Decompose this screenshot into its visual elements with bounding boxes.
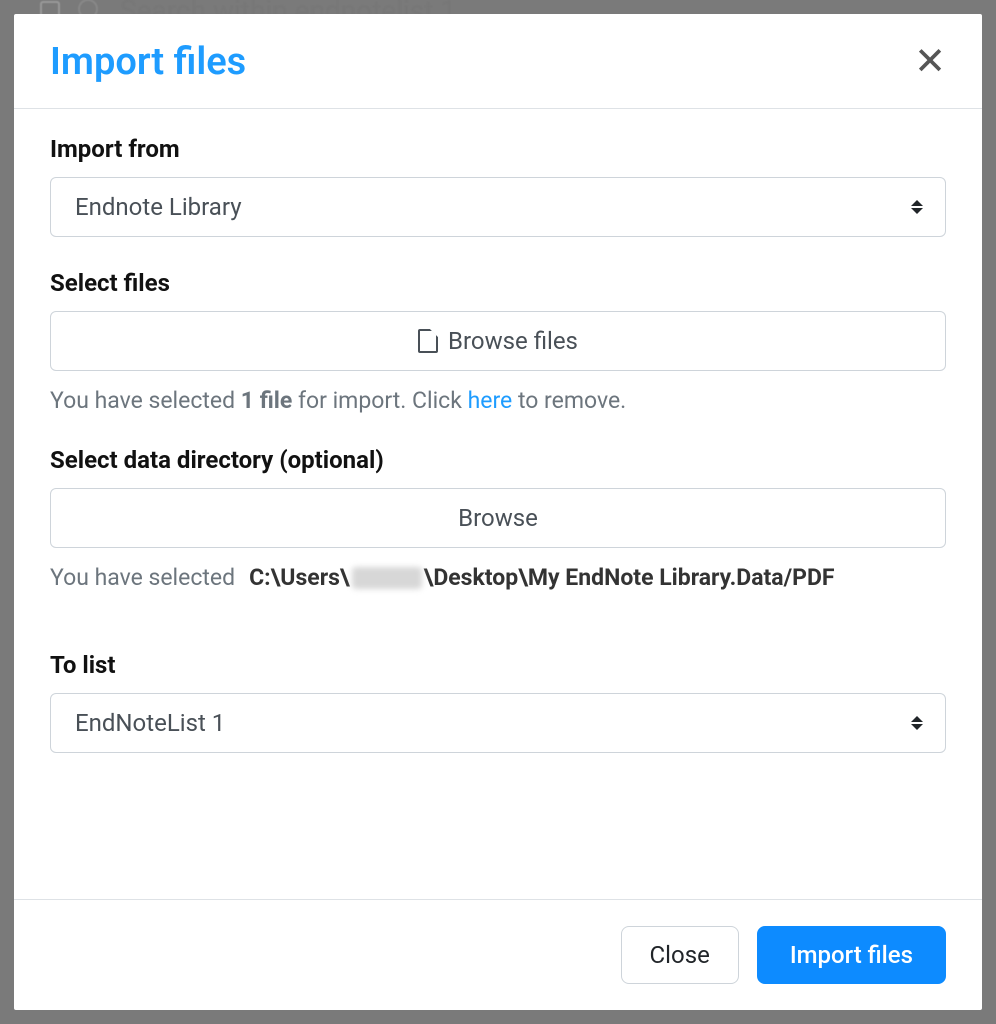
browse-files-label: Browse files xyxy=(448,327,578,355)
modal-body: Import from Endnote Library Select files… xyxy=(14,109,982,899)
selected-files-hint: You have selected 1 file for import. Cli… xyxy=(50,387,946,414)
chevron-sort-icon xyxy=(911,200,923,214)
import-files-modal: Import files ✕ Import from Endnote Libra… xyxy=(14,14,982,1010)
file-icon xyxy=(418,329,438,353)
close-icon[interactable]: ✕ xyxy=(914,43,946,81)
select-data-dir-label: Select data directory (optional) xyxy=(50,446,946,474)
to-list-select[interactable]: EndNoteList 1 xyxy=(50,693,946,753)
selected-dir-hint: You have selected C:\Users\ \Desktop\My E… xyxy=(50,564,946,591)
browse-dir-label: Browse xyxy=(458,504,538,532)
dir-path-end: \Desktop\My EndNote Library.Data/PDF xyxy=(424,564,835,591)
to-list-label: To list xyxy=(50,651,946,679)
select-files-group: Select files Browse files You have selec… xyxy=(50,269,946,414)
import-from-label: Import from xyxy=(50,135,946,163)
chevron-sort-icon xyxy=(911,716,923,730)
import-from-select[interactable]: Endnote Library xyxy=(50,177,946,237)
modal-footer: Close Import files xyxy=(14,899,982,1010)
modal-header: Import files ✕ xyxy=(14,14,982,109)
hint-prefix: You have selected xyxy=(50,387,241,414)
redacted-username xyxy=(352,567,422,589)
hint-suffix: to remove. xyxy=(512,387,626,414)
hint-mid: for import. Click xyxy=(292,387,467,414)
browse-dir-button[interactable]: Browse xyxy=(50,488,946,548)
remove-files-link[interactable]: here xyxy=(468,387,513,414)
to-list-group: To list EndNoteList 1 xyxy=(50,651,946,753)
import-files-button[interactable]: Import files xyxy=(757,926,946,984)
select-data-dir-group: Select data directory (optional) Browse … xyxy=(50,446,946,591)
import-from-value: Endnote Library xyxy=(75,193,242,221)
hint-count: 1 file xyxy=(241,387,292,414)
dir-path-start: C:\Users\ xyxy=(249,564,350,591)
import-from-group: Import from Endnote Library xyxy=(50,135,946,237)
to-list-value: EndNoteList 1 xyxy=(75,709,225,737)
dir-hint-prefix: You have selected xyxy=(50,564,235,591)
select-files-label: Select files xyxy=(50,269,946,297)
modal-title: Import files xyxy=(50,40,246,84)
browse-files-button[interactable]: Browse files xyxy=(50,311,946,371)
selected-dir-path: C:\Users\ \Desktop\My EndNote Library.Dat… xyxy=(249,564,834,591)
close-button[interactable]: Close xyxy=(621,926,739,984)
